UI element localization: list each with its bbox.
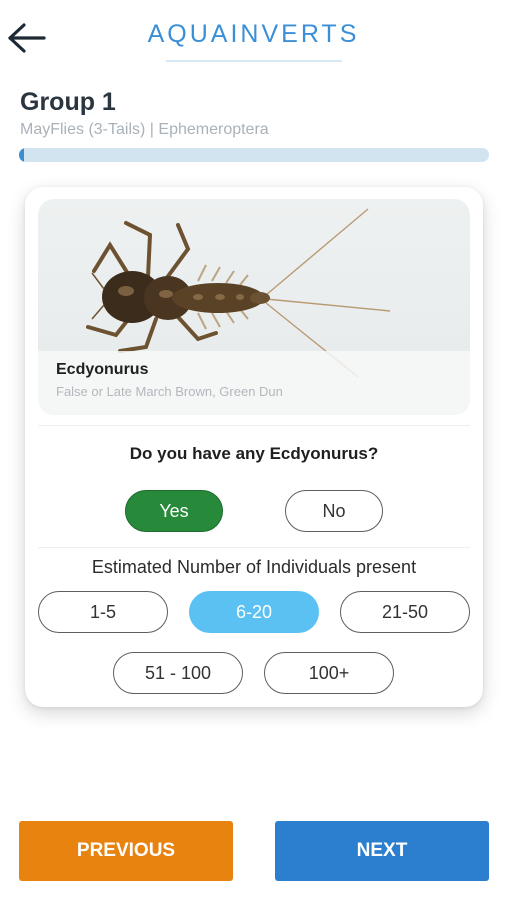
range-option-6-20[interactable]: 6-20 xyxy=(189,591,319,633)
estimate-label: Estimated Number of Individuals present xyxy=(91,557,417,577)
no-button[interactable]: No xyxy=(285,490,383,532)
photo-caption: Ecdyonurus False or Late March Brown, Gr… xyxy=(38,351,470,415)
progress-bar xyxy=(19,148,489,162)
group-subtitle: MayFlies (3-Tails) | Ephemeroptera xyxy=(20,121,269,138)
species-common-names: False or Late March Brown, Green Dun xyxy=(56,384,283,399)
range-option-21-50[interactable]: 21-50 xyxy=(340,591,470,633)
top-bar: AQUAINVERTS xyxy=(0,0,507,70)
app-title: AQUAINVERTS xyxy=(147,20,360,48)
range-option-1-5[interactable]: 1-5 xyxy=(38,591,168,633)
species-name: Ecdyonurus xyxy=(56,361,149,378)
range-option-100-plus[interactable]: 100+ xyxy=(264,652,394,694)
yes-button[interactable]: Yes xyxy=(125,490,223,532)
previous-button[interactable]: PREVIOUS xyxy=(19,821,233,881)
progress-fill xyxy=(19,148,24,162)
presence-question: Do you have any Ecdyonurus? xyxy=(129,444,379,463)
divider xyxy=(38,547,470,548)
range-option-51-100[interactable]: 51 - 100 xyxy=(113,652,243,694)
group-title: Group 1 xyxy=(20,88,116,116)
species-card: Ecdyonurus False or Late March Brown, Gr… xyxy=(25,187,483,707)
title-underline xyxy=(166,60,342,62)
next-button[interactable]: NEXT xyxy=(275,821,489,881)
divider xyxy=(38,425,470,426)
specimen-photo: Ecdyonurus False or Late March Brown, Gr… xyxy=(38,199,470,415)
